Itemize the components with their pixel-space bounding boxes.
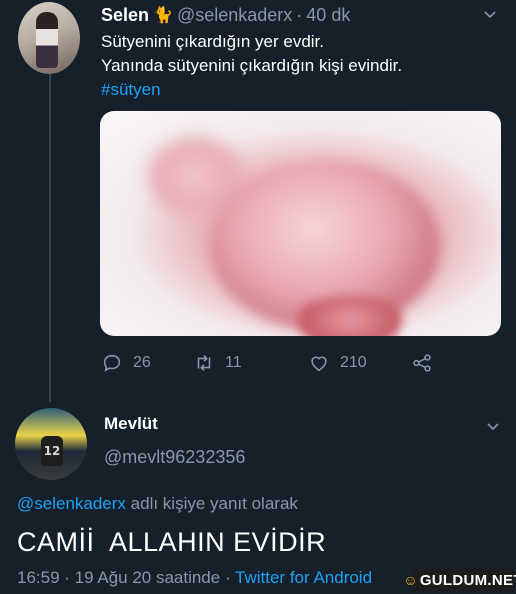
tweet-actions: 26 11 210 bbox=[101, 350, 441, 376]
author-handle[interactable]: @selenkaderx bbox=[177, 5, 292, 26]
share-icon bbox=[413, 354, 431, 372]
smile-icon: ☺ bbox=[403, 572, 418, 588]
reply-icon bbox=[103, 354, 121, 372]
share-button[interactable] bbox=[411, 350, 433, 376]
avatar[interactable] bbox=[18, 2, 80, 74]
reply-count: 26 bbox=[133, 354, 151, 371]
tweet-media-image[interactable] bbox=[100, 111, 501, 336]
tweet-timestamp: 16:59 · 19 Ağu 20 saatinde · bbox=[17, 568, 236, 587]
tweet-text: Sütyenini çıkardığın yer evdir. Yanında … bbox=[101, 30, 501, 102]
reply-button[interactable]: 26 bbox=[101, 350, 151, 376]
reply-context: @selenkaderx adlı kişiye yanıt olarak bbox=[17, 494, 298, 514]
retweet-button[interactable]: 11 bbox=[193, 350, 242, 376]
tweet-meta: 16:59 · 19 Ağu 20 saatinde · Twitter for… bbox=[17, 568, 372, 588]
tweet-source-link[interactable]: Twitter for Android bbox=[235, 568, 372, 587]
author-name[interactable]: Mevlüt bbox=[104, 414, 158, 434]
avatar-jersey-number: 12 bbox=[41, 436, 63, 466]
watermark-badge: ☺ GULDUM.NET bbox=[403, 569, 516, 591]
like-button[interactable]: 210 bbox=[308, 350, 367, 376]
tweet-line: Sütyenini çıkardığın yer evdir. bbox=[101, 32, 325, 51]
author-handle[interactable]: @mevlt96232356 bbox=[104, 447, 245, 468]
like-count: 210 bbox=[340, 354, 367, 371]
like-icon bbox=[311, 356, 327, 372]
separator: · bbox=[296, 4, 303, 25]
hashtag-link[interactable]: #sütyen bbox=[101, 78, 501, 102]
tweet-line: Yanında sütyenini çıkardığın kişi evindi… bbox=[101, 56, 403, 75]
chevron-down-icon[interactable] bbox=[485, 418, 501, 434]
tweet-header: Selen 🐈 @selenkaderx · 40 dk bbox=[101, 2, 350, 28]
avatar-figure bbox=[36, 12, 58, 68]
retweet-count: 11 bbox=[225, 354, 242, 371]
reply-text: CAMİİ ALLAHIN EVİDİR bbox=[17, 527, 327, 557]
reply-to-handle-link[interactable]: @selenkaderx bbox=[17, 494, 126, 513]
thread-line bbox=[49, 72, 51, 402]
author-name[interactable]: Selen bbox=[101, 5, 149, 26]
retweet-icon bbox=[197, 355, 211, 371]
chevron-down-icon[interactable] bbox=[482, 6, 498, 22]
cat-emoji-icon: 🐈 bbox=[153, 7, 173, 24]
tweet-time[interactable]: 40 dk bbox=[306, 5, 350, 26]
reply-to-label: adlı kişiye yanıt olarak bbox=[125, 494, 298, 513]
watermark-text: GULDUM.NET bbox=[419, 571, 516, 589]
avatar[interactable]: 12 bbox=[15, 408, 87, 480]
